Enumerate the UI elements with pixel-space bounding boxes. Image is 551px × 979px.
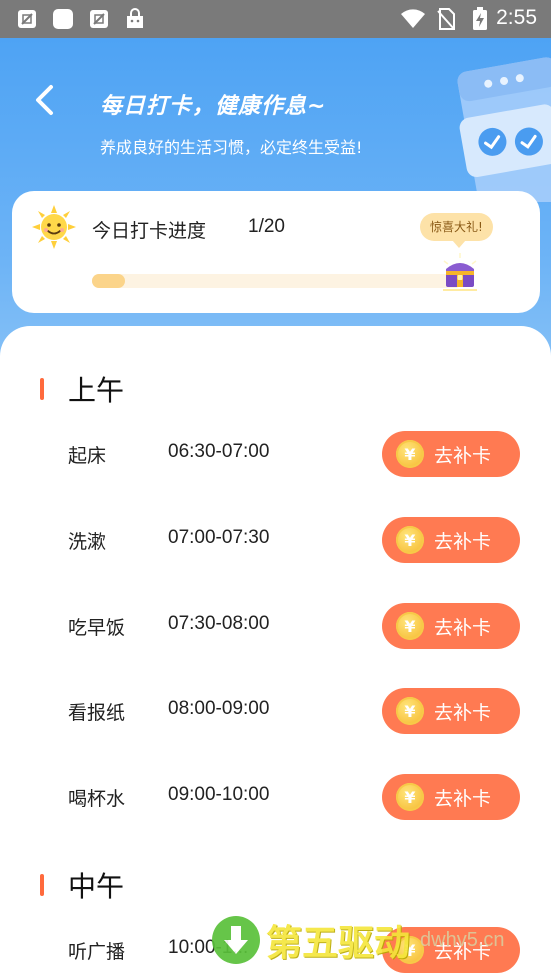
coin-icon: ¥ [396,612,424,640]
task-time: 08:00-09:00 [168,698,270,719]
chevron-left-icon [36,85,53,115]
button-label: 去补卡 [434,444,492,467]
task-time: 09:00-10:00 [168,784,270,805]
watermark: 第五驱动 dwhv5.cn [212,910,505,970]
app-notification-icon [53,9,73,29]
section-marker [40,378,44,400]
task-time: 07:30-08:00 [168,613,270,634]
list-item: 吃早饭 07:30-08:00 ¥ 去补卡 [0,601,551,651]
status-bar: 2:55 [0,0,551,38]
list-item: 看报纸 08:00-09:00 ¥ 去补卡 [0,686,551,736]
checklist-card-illustration [457,57,551,202]
list-item: 起床 06:30-07:00 ¥ 去补卡 [0,429,551,479]
task-time: 06:30-07:00 [168,441,270,462]
makeup-checkin-button[interactable]: ¥ 去补卡 [382,603,520,649]
sun-icon [32,205,76,249]
wifi-icon [401,9,425,28]
makeup-checkin-button[interactable]: ¥ 去补卡 [382,431,520,477]
section-header-noon: 中午 [40,865,124,905]
watermark-text: 第五驱动 [266,923,411,964]
task-name: 听广播 [68,941,126,963]
section-header-morning: 上午 [40,369,124,409]
makeup-checkin-button[interactable]: ¥ 去补卡 [382,688,520,734]
task-name: 吃早饭 [68,617,126,639]
progress-bar [92,274,462,288]
section-title: 中午 [68,870,125,903]
section-title: 上午 [68,374,125,407]
task-name: 看报纸 [68,702,126,724]
arrow-down-icon [224,926,248,954]
task-name: 喝杯水 [68,788,126,810]
makeup-checkin-button[interactable]: ¥ 去补卡 [382,774,520,820]
treasure-chest-icon[interactable] [440,253,480,293]
watermark-site: dwhv5.cn [420,928,505,951]
shop-icon [127,8,143,28]
section-marker [40,874,44,896]
no-signal-icon [437,8,455,30]
task-name: 洗漱 [68,531,107,553]
button-label: 去补卡 [434,787,492,810]
page-title: 每日打卡，健康作息~ [100,94,327,119]
status-time: 2:55 [496,6,537,29]
coin-icon: ¥ [396,697,424,725]
button-label: 去补卡 [434,701,492,724]
list-item: 洗漱 07:00-07:30 ¥ 去补卡 [0,515,551,565]
progress-count: 1/20 [248,216,285,237]
gift-tooltip: 惊喜大礼! [420,213,493,248]
progress-bar-fill [92,274,126,288]
download-arrow-icon [212,916,260,964]
makeup-checkin-button[interactable]: ¥ 去补卡 [382,517,520,563]
battery-charging-icon [473,7,487,30]
page-subtitle: 养成良好的生活习惯，必定终生受益! [100,138,363,157]
coin-icon: ¥ [396,783,424,811]
progress-label: 今日打卡进度 [92,220,207,242]
coin-icon: ¥ [396,526,424,554]
list-item: 喝杯水 09:00-10:00 ¥ 去补卡 [0,772,551,822]
progress-card: 今日打卡进度 1/20 惊喜大礼! [12,191,540,313]
task-name: 起床 [68,445,107,467]
no-sim-card-icon [18,10,36,28]
button-label: 去补卡 [434,530,492,553]
back-button[interactable] [26,82,62,118]
no-sim-card-icon [90,10,108,28]
button-label: 去补卡 [434,616,492,639]
task-time: 07:00-07:30 [168,527,270,548]
coin-icon: ¥ [396,440,424,468]
